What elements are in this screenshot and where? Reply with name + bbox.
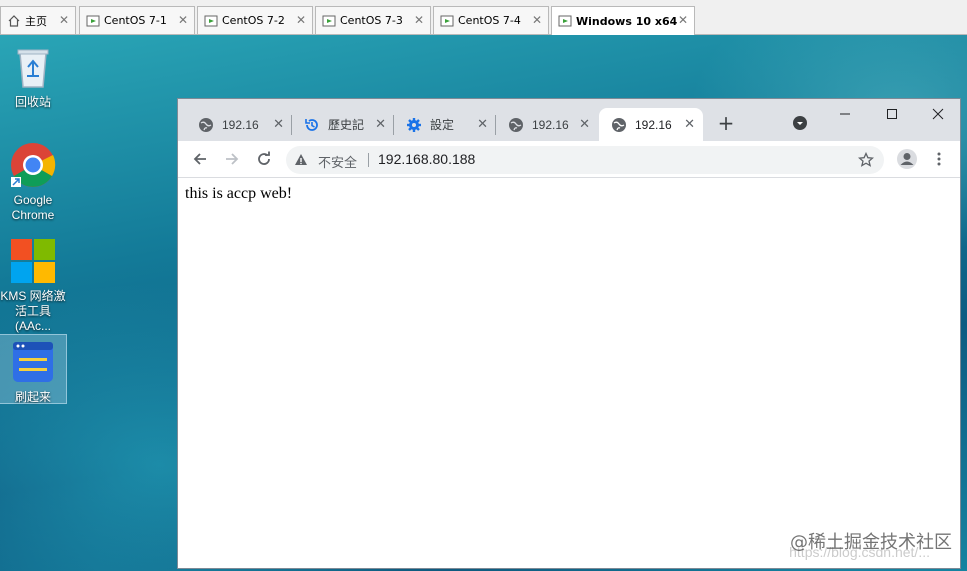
tab-search-button[interactable] (792, 115, 808, 131)
vm-icon (322, 14, 336, 28)
desktop-icon-chrome[interactable]: Google Chrome (0, 141, 66, 223)
close-icon[interactable]: ✕ (375, 116, 386, 132)
close-icon (932, 108, 944, 120)
browser-tab-strip: 192.16 ✕ 歷史記 ✕ 設定 ✕ 192.16 ✕ 192.16 ✕ + (178, 99, 960, 141)
browser-toolbar: 不安全 192.168.80.188 (178, 141, 960, 178)
security-status-label[interactable]: 不安全 (318, 152, 357, 171)
arrow-left-icon (193, 153, 206, 165)
globe-icon (198, 117, 214, 133)
vm-tab-home[interactable]: 主页 ✕ (0, 6, 76, 34)
browser-tab[interactable]: 192.16 ✕ (186, 108, 292, 141)
gear-icon (406, 117, 422, 133)
address-bar[interactable]: 不安全 192.168.80.188 (286, 146, 884, 174)
vm-tab-windows-10[interactable]: Windows 10 x64 ✕ (551, 6, 695, 35)
globe-icon (611, 117, 627, 133)
home-icon (7, 14, 21, 28)
desktop-icon-kms[interactable]: KMS 网络激活工具(AAc... (0, 237, 66, 334)
menu-button[interactable] (927, 147, 951, 171)
forward-button[interactable] (220, 147, 244, 171)
chrome-icon (9, 141, 57, 189)
vm-icon (86, 14, 100, 28)
vm-icon (440, 14, 454, 28)
browser-tab-title: 歷史記 (328, 118, 365, 132)
desktop-icon-label: KMS 网络激活工具(AAc... (0, 289, 66, 333)
arrow-right-icon (226, 153, 239, 165)
minimize-icon (840, 113, 850, 115)
close-icon[interactable]: ✕ (579, 116, 590, 132)
warning-icon[interactable] (294, 153, 308, 172)
bookmark-star-icon[interactable] (857, 151, 875, 173)
close-window-button[interactable] (915, 99, 961, 129)
more-vert-icon (937, 152, 941, 166)
page-body-text: this is accp web! (185, 185, 293, 202)
history-icon (304, 117, 320, 133)
globe-icon (508, 117, 524, 133)
vm-tab-label: CentOS 7-4 (458, 14, 521, 27)
recycle-bin-icon (9, 43, 57, 91)
close-icon[interactable]: ✕ (414, 13, 424, 27)
maximize-button[interactable] (869, 99, 915, 129)
divider (368, 153, 369, 167)
vm-tab-label: 主页 (25, 14, 47, 28)
vm-icon (204, 14, 218, 28)
back-button[interactable] (188, 147, 212, 171)
windows-logo-icon (9, 237, 57, 285)
vm-tab-centos-7-1[interactable]: CentOS 7-1 ✕ (79, 6, 195, 34)
minimize-button[interactable] (822, 99, 868, 129)
new-tab-button[interactable]: + (714, 111, 738, 135)
profile-button[interactable] (895, 147, 919, 171)
browser-tab-title: 192.16 (532, 117, 569, 132)
close-icon[interactable]: ✕ (684, 116, 695, 132)
vm-tab-label: CentOS 7-3 (340, 14, 403, 27)
page-content: this is accp web! https://blog.csdn.net/… (178, 178, 960, 568)
close-icon[interactable]: ✕ (59, 13, 69, 27)
reload-icon (258, 151, 270, 165)
close-icon[interactable]: ✕ (477, 116, 488, 132)
vm-tab-bar: 主页 ✕ CentOS 7-1 ✕ CentOS 7-2 ✕ CentOS 7-… (0, 0, 967, 35)
avatar-icon (897, 149, 917, 169)
close-icon[interactable]: ✕ (273, 116, 284, 132)
browser-tab[interactable]: 歷史記 ✕ (292, 108, 394, 141)
reload-button[interactable] (252, 147, 276, 171)
vm-tab-label: CentOS 7-2 (222, 14, 285, 27)
browser-tab[interactable]: 設定 ✕ (394, 108, 496, 141)
browser-tab-title: 192.16 (635, 117, 672, 132)
desktop-icon-shuaqilai[interactable]: 刷起来 (0, 334, 67, 404)
browser-window: 192.16 ✕ 歷史記 ✕ 設定 ✕ 192.16 ✕ 192.16 ✕ + … (177, 98, 961, 569)
vm-tab-centos-7-2[interactable]: CentOS 7-2 ✕ (197, 6, 313, 34)
vm-tab-label: CentOS 7-1 (104, 14, 167, 27)
watermark: @稀土掘金技术社区 (790, 532, 952, 553)
browser-tab-title: 192.16 (222, 117, 259, 132)
close-icon[interactable]: ✕ (678, 13, 688, 27)
desktop-icon-label: 回收站 (14, 95, 51, 109)
close-icon[interactable]: ✕ (532, 13, 542, 27)
close-icon[interactable]: ✕ (178, 13, 188, 27)
desktop-icon-label: Google Chrome (11, 193, 55, 222)
browser-tab[interactable]: 192.16 ✕ (496, 108, 598, 141)
app-window-icon (9, 338, 57, 386)
vm-tab-centos-7-3[interactable]: CentOS 7-3 ✕ (315, 6, 431, 34)
vm-tab-label: Windows 10 x64 (576, 14, 678, 28)
maximize-icon (887, 109, 897, 119)
chevron-down-icon (793, 116, 807, 130)
url-text[interactable]: 192.168.80.188 (378, 151, 475, 167)
browser-tab-title: 設定 (430, 118, 455, 132)
vm-tab-centos-7-4[interactable]: CentOS 7-4 ✕ (433, 6, 549, 34)
desktop-icon-label: 刷起来 (14, 390, 51, 404)
close-icon[interactable]: ✕ (296, 13, 306, 27)
vm-icon (558, 14, 572, 28)
browser-tab-active[interactable]: 192.16 ✕ (599, 108, 703, 141)
desktop-icon-recycle-bin[interactable]: 回收站 (0, 43, 66, 110)
